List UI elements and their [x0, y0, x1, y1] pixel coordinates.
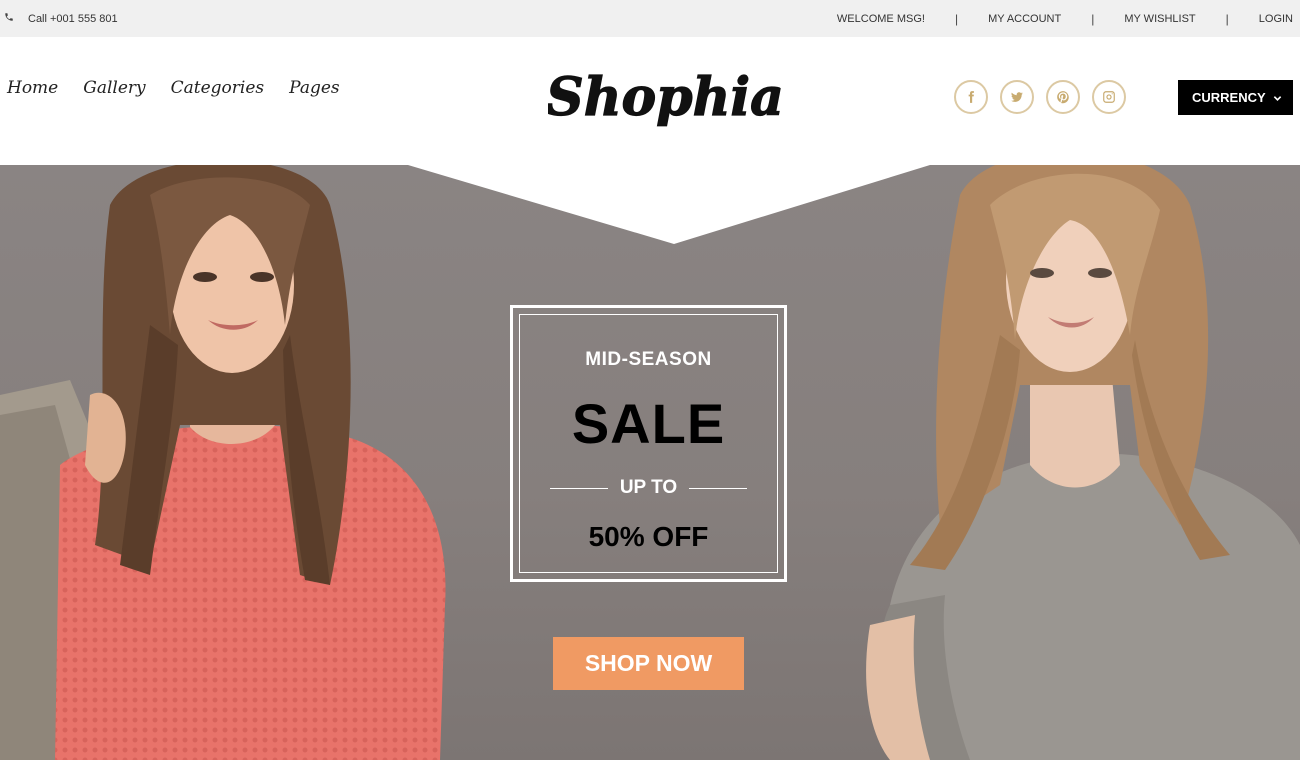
nav-home[interactable]: Home	[7, 78, 58, 98]
phone-icon	[4, 12, 14, 25]
sale-discount: 50% OFF	[588, 521, 709, 552]
shop-now-button[interactable]: SHOP NOW	[553, 637, 744, 690]
pinterest-icon[interactable]	[1046, 80, 1080, 114]
welcome-message: WELCOME MSG!	[836, 12, 925, 25]
my-wishlist-link[interactable]: MY WISHLIST	[1124, 13, 1195, 25]
site-header: Home Gallery Categories Pages Shophia CU…	[0, 37, 1300, 165]
separator: |	[954, 11, 959, 26]
instagram-icon[interactable]	[1092, 80, 1126, 114]
chevron-down-icon	[1273, 91, 1282, 101]
hero-model-left-image	[0, 165, 446, 760]
sale-frame: MID-SEASON SALE UP TO 50% OFF	[510, 305, 787, 582]
main-navigation: Home Gallery Categories Pages	[7, 78, 340, 98]
sale-headline: SALE	[571, 392, 726, 455]
svg-text:Shophia: Shophia	[548, 67, 784, 128]
separator: |	[1091, 11, 1095, 26]
sale-upto-row: UP TO	[550, 476, 747, 500]
twitter-icon[interactable]	[1000, 80, 1034, 114]
top-bar: Call +001 555 801 WELCOME MSG! | MY ACCO…	[0, 0, 1300, 37]
social-links	[954, 80, 1126, 114]
nav-gallery[interactable]: Gallery	[83, 78, 145, 98]
facebook-icon[interactable]	[954, 80, 988, 114]
my-account-link[interactable]: MY ACCOUNT	[988, 13, 1061, 25]
sale-kicker: MID-SEASON	[585, 349, 712, 370]
divider-line	[689, 487, 747, 489]
separator: |	[1225, 11, 1229, 26]
login-link[interactable]: LOGIN	[1259, 13, 1300, 25]
nav-categories[interactable]: Categories	[171, 78, 265, 98]
divider-line	[550, 487, 608, 489]
phone-text: Call +001 555 801	[28, 12, 118, 25]
currency-dropdown[interactable]: CURRENCY	[1178, 80, 1293, 115]
currency-label: CURRENCY	[1192, 90, 1266, 105]
hero-model-right-image	[866, 165, 1300, 760]
sale-upto: UP TO	[619, 477, 678, 498]
hero-banner: MID-SEASON SALE UP TO 50% OFF SHOP NOW	[0, 165, 1300, 760]
hero-top-notch	[408, 165, 930, 244]
phone-info: Call +001 555 801	[4, 0, 118, 37]
shophia-logo[interactable]: Shophia	[546, 59, 785, 139]
sale-frame-inner: MID-SEASON SALE UP TO 50% OFF	[519, 314, 778, 573]
nav-pages[interactable]: Pages	[289, 78, 339, 98]
account-links: WELCOME MSG! | MY ACCOUNT | MY WISHLIST …	[837, 0, 1300, 37]
